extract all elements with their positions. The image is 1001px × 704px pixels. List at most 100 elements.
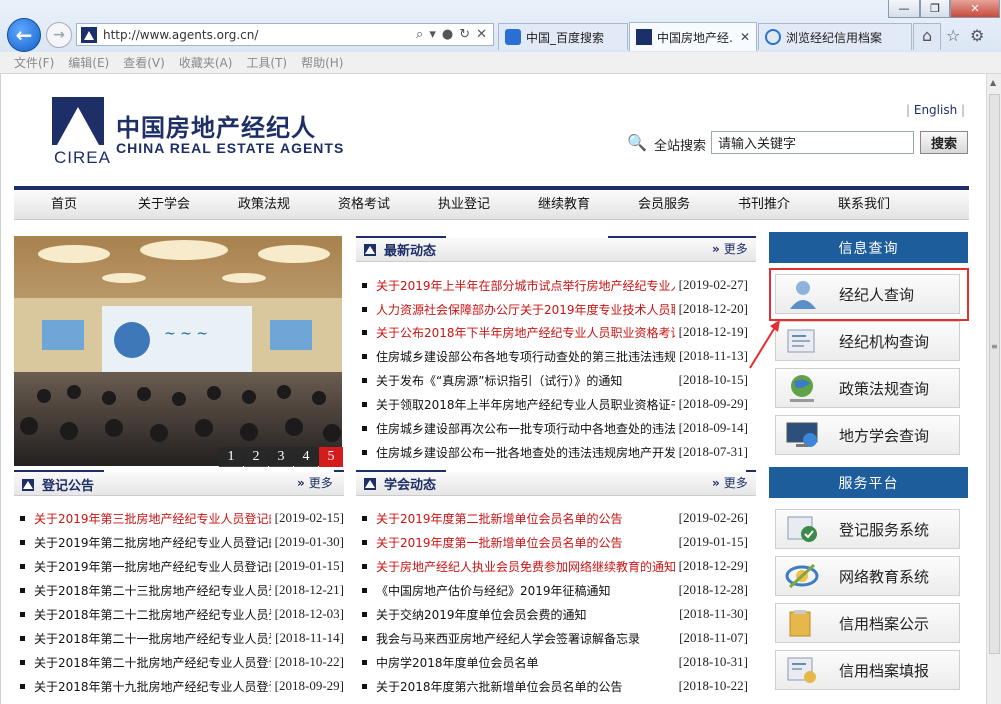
register-system-button[interactable]: 登记服务系统 — [775, 509, 960, 549]
news-title[interactable]: 关于2019年上半年在部分城市试点举行房地产经纪专业人员职业资格考试 — [376, 277, 675, 294]
news-title[interactable]: 中房学2018年度单位会员名单 — [376, 654, 675, 671]
news-title[interactable]: 关于2018年第十九批房地产经纪专业人员登记的公告 — [34, 678, 271, 695]
menu-file[interactable]: 文件(F) — [14, 54, 54, 71]
list-item[interactable]: 中房学2018年度单位会员名单 [2018-10-31] — [362, 653, 748, 671]
tab-baidu[interactable]: 中国_百度搜索 — [498, 23, 628, 50]
menu-help[interactable]: 帮助(H) — [301, 54, 343, 71]
latest-more-link[interactable]: » 更多 — [712, 240, 748, 257]
list-item[interactable]: 住房城乡建设部公布一批各地查处的违法违规房地产开发企业和中介机构[2018-07… — [362, 443, 748, 461]
list-item[interactable]: 关于2019年度第二批新增单位会员名单的公告 [2019-02-26] — [362, 509, 748, 527]
news-title[interactable]: 关于2018年第二十三批房地产经纪专业人员登记的公告 — [34, 582, 271, 599]
vertical-scrollbar[interactable]: ▲ ≡ — [986, 74, 1001, 704]
news-title[interactable]: 关于2019年度第一批新增单位会员名单的公告 — [376, 534, 675, 551]
news-title[interactable]: 关于2019年第二批房地产经纪专业人员登记的公告 — [34, 534, 271, 551]
news-title[interactable]: 住房城乡建设部再次公布一批专项行动中各地查处的违法违规房地产开发企业 — [376, 420, 675, 437]
policy-query-button[interactable]: 政策法规查询 — [775, 368, 960, 408]
settings-gear-icon[interactable]: ⚙ — [970, 26, 984, 45]
news-title[interactable]: 我会与马来西亚房地产经纪人学会签署谅解备忘录 — [376, 630, 675, 647]
list-item[interactable]: 关于房地产经纪人执业会员免费参加网络继续教育的通知 [2018-12-29] — [362, 557, 748, 575]
tab-agents[interactable]: 中国房地产经... ✕ — [629, 22, 757, 51]
favorites-star-icon[interactable]: ☆ — [946, 26, 960, 45]
list-item[interactable]: 关于交纳2019年度单位会员会费的通知 [2018-11-30] — [362, 605, 748, 623]
list-item[interactable]: 关于2018年第二十一批房地产经纪专业人员登记的公告 [2018-11-14] — [20, 629, 344, 647]
news-title[interactable]: 关于领取2018年上半年房地产经纪专业人员职业资格证书的通知 — [376, 396, 675, 413]
menu-view[interactable]: 查看(V) — [123, 54, 165, 71]
tab-credit[interactable]: 浏览经纪信用档案 — [758, 23, 912, 50]
nav-home[interactable]: 首页 — [14, 190, 114, 219]
list-item[interactable]: 《中国房地产估价与经纪》2019年征稿通知 [2018-12-28] — [362, 581, 748, 599]
news-title[interactable]: 关于2019年度第二批新增单位会员名单的公告 — [376, 510, 675, 527]
nav-policy[interactable]: 政策法规 — [214, 190, 314, 219]
banner-image[interactable]: ~ ~ ~ — [14, 236, 342, 466]
news-title[interactable]: 关于房地产经纪人执业会员免费参加网络继续教育的通知 — [376, 558, 675, 575]
list-item[interactable]: 关于2019年第三批房地产经纪专业人员登记的公告[2019-02-15] — [20, 509, 344, 527]
news-title[interactable]: 关于交纳2019年度单位会员会费的通知 — [376, 606, 675, 623]
list-item[interactable]: 关于发布《“真房源”标识指引（试行）》的通知 [2018-10-15] — [362, 371, 748, 389]
news-title[interactable]: 住房城乡建设部公布一批各地查处的违法违规房地产开发企业和中介机构 — [376, 444, 675, 461]
news-title[interactable]: 关于2018年度第六批新增单位会员名单的公告 — [376, 678, 675, 695]
list-item[interactable]: 关于2018年第二十二批房地产经纪专业人员登记的公告[2018-12-03] — [20, 605, 344, 623]
window-close-button[interactable]: ✕ — [950, 0, 1000, 18]
back-button[interactable]: ← — [7, 18, 41, 52]
forward-button[interactable]: → — [46, 22, 72, 48]
news-title[interactable]: 关于2018年第二十批房地产经纪专业人员登记的公告 — [34, 654, 271, 671]
nav-member[interactable]: 会员服务 — [614, 190, 714, 219]
list-item[interactable]: 关于2019年上半年在部分城市试点举行房地产经纪专业人员职业资格考试[2019-… — [362, 276, 748, 294]
slide-dot-5-active[interactable]: 5 — [319, 447, 343, 467]
maximize-button[interactable]: ❐ — [920, 0, 950, 18]
site-search-input[interactable] — [711, 131, 914, 154]
news-title[interactable]: 《中国房地产估价与经纪》2019年征稿通知 — [376, 582, 675, 599]
news-title[interactable]: 人力资源社会保障部办公厅关于2019年度专业技术人员职业资格考试计划 — [376, 301, 675, 318]
list-item[interactable]: 关于2019年第一批房地产经纪专业人员登记的公告[2019-01-15] — [20, 557, 344, 575]
news-title[interactable]: 关于发布《“真房源”标识指引（试行）》的通知 — [376, 372, 675, 389]
menu-tools[interactable]: 工具(T) — [246, 54, 287, 71]
nav-exam[interactable]: 资格考试 — [314, 190, 414, 219]
list-item[interactable]: 住房城乡建设部公布各地专项行动查处的第三批违法违规房地产开发企业 [2018-11… — [362, 347, 748, 365]
nav-books[interactable]: 书刊推介 — [714, 190, 814, 219]
home-icon[interactable]: ⌂ — [922, 26, 932, 45]
search-icon[interactable]: ⌕ — [416, 27, 423, 42]
nav-education[interactable]: 继续教育 — [514, 190, 614, 219]
nav-contact[interactable]: 联系我们 — [814, 190, 914, 219]
scroll-up-icon[interactable]: ▲ — [990, 78, 996, 87]
credit-archive-public-button[interactable]: 信用档案公示 — [775, 603, 960, 643]
credit-archive-fill-button[interactable]: 信用档案填报 — [775, 650, 960, 690]
list-item[interactable]: 关于领取2018年上半年房地产经纪专业人员职业资格证书的通知[2018-09-2… — [362, 395, 748, 413]
list-item[interactable]: 关于公布2018年下半年房地产经纪专业人员职业资格考试成绩的通知[2018-12… — [362, 323, 748, 341]
network-education-button[interactable]: 网络教育系统 — [775, 556, 960, 596]
news-title[interactable]: 关于2018年第二十一批房地产经纪专业人员登记的公告 — [34, 630, 271, 647]
list-item[interactable]: 关于2018年第二十批房地产经纪专业人员登记的公告[2018-10-22] — [20, 653, 344, 671]
list-item[interactable]: 我会与马来西亚房地产经纪人学会签署谅解备忘录 [2018-11-07] — [362, 629, 748, 647]
menu-edit[interactable]: 编辑(E) — [68, 54, 109, 71]
scrollbar-thumb[interactable] — [989, 94, 1000, 654]
list-item[interactable]: 关于2018年第十九批房地产经纪专业人员登记的公告[2018-09-29] — [20, 677, 344, 695]
list-item[interactable]: 关于2019年第二批房地产经纪专业人员登记的公告[2019-01-30] — [20, 533, 344, 551]
list-item[interactable]: 人力资源社会保障部办公厅关于2019年度专业技术人员职业资格考试计划[2018-… — [362, 300, 748, 318]
nav-about[interactable]: 关于学会 — [114, 190, 214, 219]
list-item[interactable]: 关于2018年度第六批新增单位会员名单的公告 [2018-10-22] — [362, 677, 748, 695]
menu-favorites[interactable]: 收藏夹(A) — [179, 54, 233, 71]
nav-register[interactable]: 执业登记 — [414, 190, 514, 219]
cirea-logo-icon[interactable] — [52, 97, 104, 145]
list-item[interactable]: 关于2018年第二十三批房地产经纪专业人员登记的公告[2018-12-21] — [20, 581, 344, 599]
dropdown-icon[interactable]: ▾ — [429, 27, 436, 42]
slide-dot-4[interactable]: 4 — [294, 447, 318, 467]
close-icon[interactable]: ✕ — [476, 27, 487, 42]
tab-close-icon[interactable]: ✕ — [740, 30, 750, 44]
news-title[interactable]: 关于2018年第二十二批房地产经纪专业人员登记的公告 — [34, 606, 271, 623]
slide-dot-3[interactable]: 3 — [269, 447, 293, 467]
list-item[interactable]: 关于2019年度第一批新增单位会员名单的公告 [2019-01-15] — [362, 533, 748, 551]
society-more-link[interactable]: » 更多 — [712, 474, 748, 491]
refresh-icon[interactable]: ↻ — [459, 27, 470, 42]
list-item[interactable]: 住房城乡建设部再次公布一批专项行动中各地查处的违法违规房地产开发企业[2018-… — [362, 419, 748, 437]
register-more-link[interactable]: » 更多 — [297, 474, 333, 491]
news-title[interactable]: 关于2019年第三批房地产经纪专业人员登记的公告 — [34, 510, 271, 527]
slide-dot-1[interactable]: 1 — [219, 447, 243, 467]
news-title[interactable]: 住房城乡建设部公布各地专项行动查处的第三批违法违规房地产开发企业 — [376, 348, 675, 365]
news-title[interactable]: 关于2019年第一批房地产经纪专业人员登记的公告 — [34, 558, 271, 575]
english-link[interactable]: English — [914, 103, 957, 117]
news-title[interactable]: 关于公布2018年下半年房地产经纪专业人员职业资格考试成绩的通知 — [376, 324, 675, 341]
slide-dot-2[interactable]: 2 — [244, 447, 268, 467]
search-button[interactable]: 搜索 — [920, 131, 968, 154]
agency-query-button[interactable]: 经纪机构查询 — [775, 321, 960, 361]
